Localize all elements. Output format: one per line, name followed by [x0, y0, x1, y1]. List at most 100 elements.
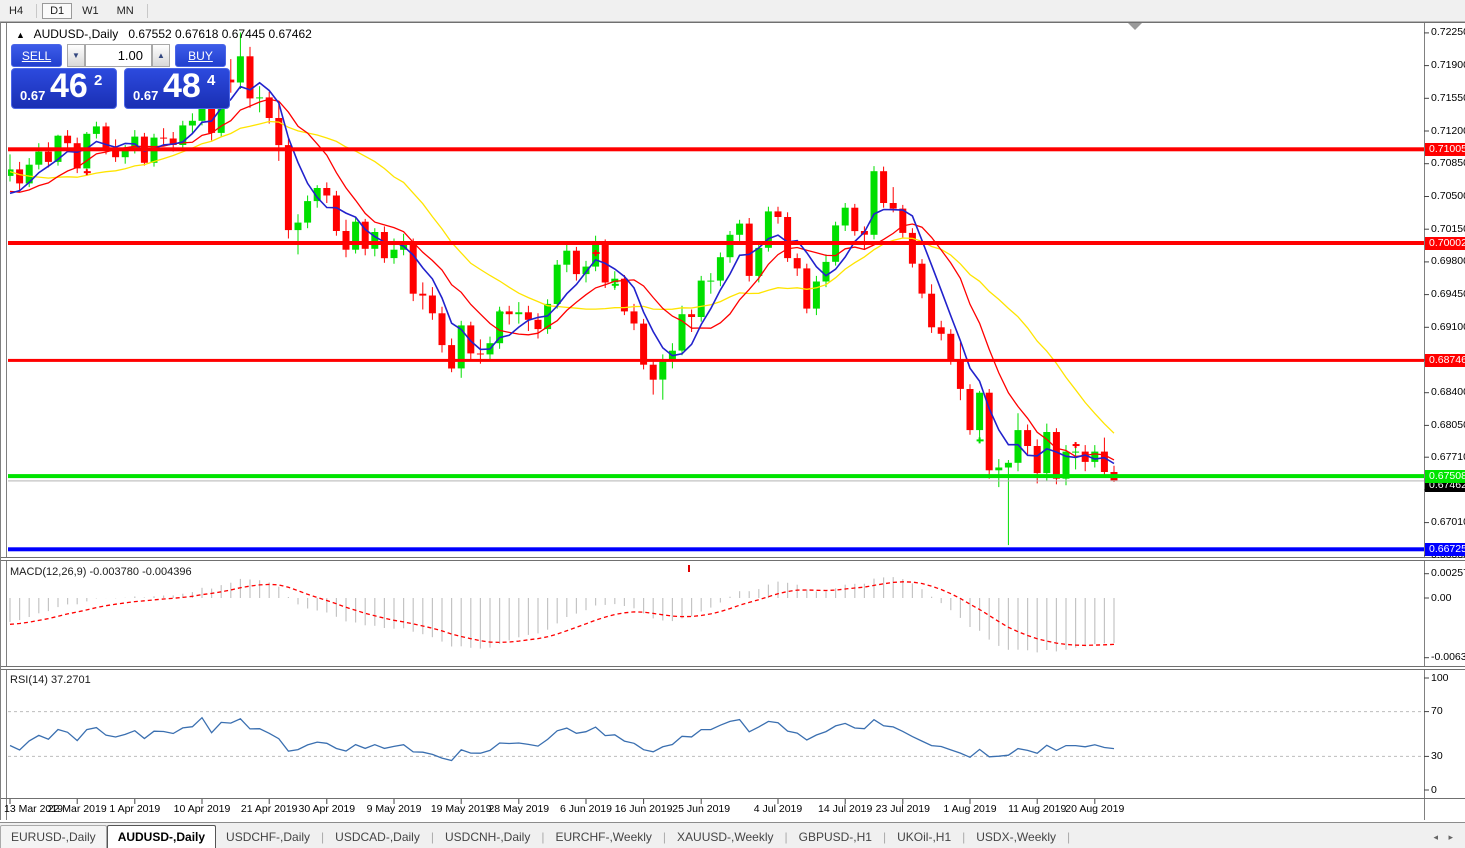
candle-body — [102, 126, 110, 151]
candle-body — [44, 151, 52, 162]
trade-marker — [85, 169, 88, 176]
expand-triangle-icon[interactable]: ▲ — [16, 30, 25, 40]
trade-marker — [498, 309, 501, 316]
date-tick-label: 11 Aug 2019 — [1008, 803, 1067, 815]
price-tick-label: 0.71200 — [1431, 124, 1465, 137]
candle-body — [380, 232, 388, 259]
sell-price-pip-digit: 2 — [94, 72, 103, 89]
date-tick-label: 25 Jun 2019 — [672, 803, 731, 815]
candle-body — [880, 171, 888, 203]
date-tick-label: 16 Jun 2019 — [614, 803, 673, 815]
candle-body — [870, 171, 878, 235]
rsi-tick-label: 0 — [1431, 783, 1437, 796]
horizontal-line-object[interactable] — [8, 547, 1424, 552]
trade-marker — [1074, 442, 1077, 449]
candle-body — [284, 145, 292, 231]
rsi-line — [9, 716, 1115, 762]
sell-button[interactable]: SELL — [11, 44, 62, 67]
hline-price-label: 0.71005 — [1425, 142, 1465, 156]
candle-body — [160, 137, 168, 139]
date-tick-label: 9 May 2019 — [366, 803, 422, 815]
date-tick-label: 28 May 2019 — [488, 803, 550, 815]
price-tick-label: 0.70850 — [1431, 157, 1465, 170]
candle-body — [409, 242, 417, 294]
price-tick-label: 0.67710 — [1431, 450, 1465, 463]
candle-body — [620, 278, 628, 312]
rsi-tick-label: 100 — [1431, 671, 1449, 684]
chart-title: ▲ AUDUSD-,Daily 0.67552 0.67618 0.67445 … — [16, 27, 312, 41]
candle-body — [726, 234, 734, 258]
volume-input[interactable]: 1.00 — [85, 44, 152, 67]
candle-body — [889, 203, 897, 209]
buy-button[interactable]: BUY — [175, 44, 226, 67]
candle-body — [419, 293, 427, 296]
candle-body — [16, 169, 24, 184]
buy-price-pip-digit: 4 — [207, 72, 216, 89]
candle-body — [505, 311, 513, 315]
horizontal-line-object[interactable] — [8, 474, 1424, 479]
volume-decrease-button[interactable]: ▼ — [67, 44, 85, 67]
mt4-window: H4 D1 W1 MN ▲ AUDUSD-,Daily 0.67552 0.67618… — [0, 0, 1465, 848]
macd-indicator-label: MACD(12,26,9) -0.003780 -0.004396 — [10, 566, 192, 578]
rsi-indicator-label: RSI(14) 37.2701 — [10, 674, 91, 686]
candle-body — [966, 389, 974, 431]
sell-price-display[interactable]: 0.67 46 2 — [11, 68, 117, 109]
chart-canvas[interactable] — [0, 0, 1465, 848]
candle-body — [1072, 451, 1080, 453]
trade-marker — [613, 281, 616, 288]
candle-body — [438, 313, 446, 346]
date-tick-label: 19 May 2019 — [430, 803, 492, 815]
candle-body — [112, 150, 120, 158]
candle-body — [342, 231, 350, 250]
buy-price-big-digits: 48 — [163, 68, 201, 105]
candle-body — [745, 223, 753, 276]
candle-body — [755, 247, 763, 276]
vline-object-tick — [688, 565, 690, 572]
horizontal-line-object[interactable] — [8, 147, 1424, 152]
candle-body — [908, 232, 916, 264]
candle-body — [649, 364, 657, 380]
candle-body — [995, 467, 1003, 471]
candle-body — [716, 257, 724, 281]
main-pane — [8, 32, 1118, 546]
candle-body — [688, 314, 696, 317]
bid-price-line — [8, 480, 1424, 482]
date-tick-label: 1 Aug 2019 — [943, 803, 997, 815]
candle-body — [774, 211, 782, 217]
candle-body — [236, 56, 244, 83]
candle-body — [352, 221, 360, 250]
candle-body — [1052, 432, 1060, 479]
candle-body — [448, 345, 456, 369]
candle-body — [630, 311, 638, 324]
volume-increase-button[interactable]: ▲ — [152, 44, 170, 67]
horizontal-line-object[interactable] — [8, 241, 1424, 245]
candle-body — [294, 222, 302, 231]
buy-price-display[interactable]: 0.67 48 4 — [124, 68, 230, 109]
candle-body — [304, 201, 312, 223]
macd-tick-label: 0.00 — [1431, 591, 1452, 604]
trade-marker — [594, 250, 597, 256]
candle-body — [35, 151, 43, 165]
price-tick-label: 0.67010 — [1431, 516, 1465, 529]
one-click-trading-panel: SELL ▼ 1.00 ▲ BUY 0.67 46 2 0.67 48 4 — [11, 44, 230, 109]
hline-price-label: 0.66725 — [1425, 542, 1465, 556]
price-tick-label: 0.71550 — [1431, 91, 1465, 104]
candle-body — [793, 258, 801, 269]
chart-shift-marker-icon[interactable] — [1128, 23, 1142, 30]
candle-body — [246, 56, 254, 99]
date-tick-label: 21 Apr 2019 — [240, 803, 298, 815]
candle-body — [390, 249, 398, 259]
horizontal-line-object[interactable] — [8, 358, 1424, 362]
price-tick-label: 0.69800 — [1431, 255, 1465, 268]
candle-body — [1004, 462, 1012, 468]
candle-body — [812, 281, 820, 309]
candle-body — [515, 312, 523, 315]
date-tick-label: 14 Jul 2019 — [818, 803, 873, 815]
candle-body — [918, 263, 926, 294]
date-tick-label: 10 Apr 2019 — [173, 803, 231, 815]
rsi-tick-label: 70 — [1431, 705, 1443, 718]
date-tick-label: 6 Jun 2019 — [560, 803, 612, 815]
buy-price-prefix: 0.67 — [133, 88, 159, 103]
price-tick-label: 0.72250 — [1431, 26, 1465, 39]
candle-body — [563, 250, 571, 265]
